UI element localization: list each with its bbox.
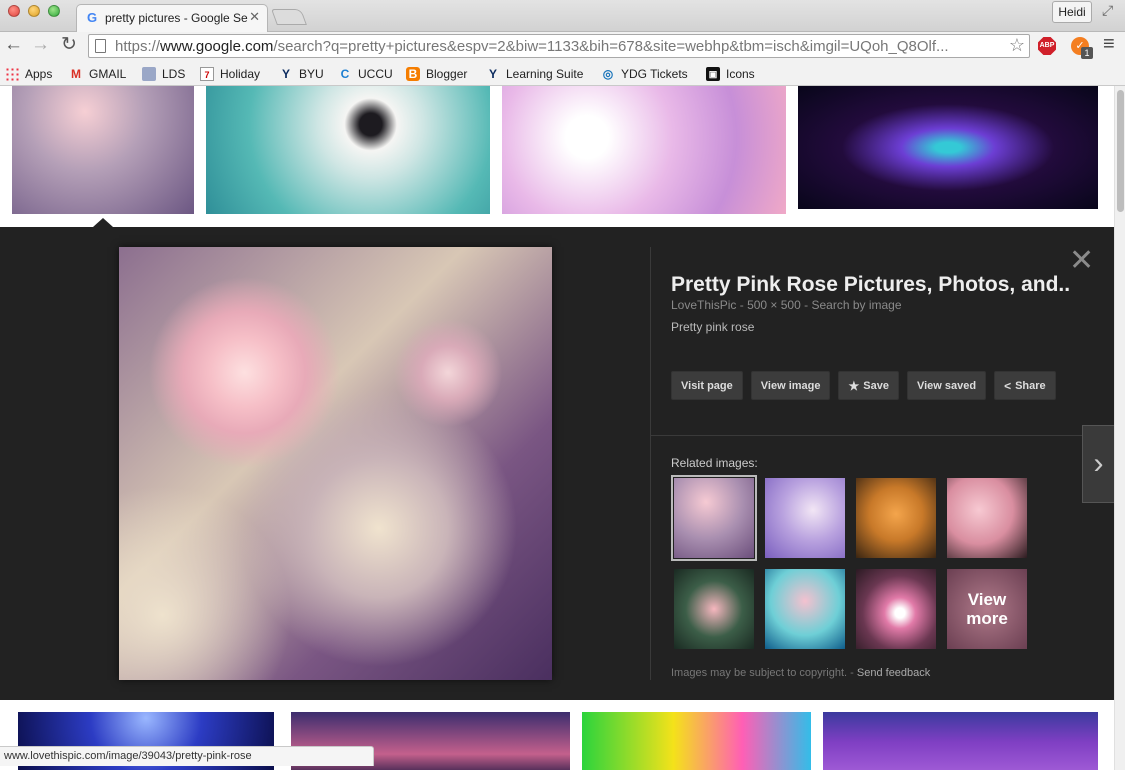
view-image-button[interactable]: View image [750,371,831,400]
related-image-1[interactable] [671,475,757,561]
blogger-icon: B [406,67,420,81]
panel-divider-horizontal [651,435,1104,436]
send-feedback-link[interactable]: Send feedback [857,667,930,679]
new-tab-button[interactable] [271,9,307,25]
result-thumbnail-purple[interactable] [823,712,1098,770]
window-close-button[interactable] [8,5,20,17]
bookmark-gmail[interactable]: M GMAIL [69,65,126,83]
save-button[interactable]: ★ Save [838,371,899,400]
google-favicon-icon: G [87,10,98,25]
calendar-icon: 7 [200,67,214,81]
forward-arrow-icon[interactable]: → [31,34,50,56]
window-minimize-button[interactable] [28,5,40,17]
image-source[interactable]: LoveThisPic [671,298,736,312]
adblock-plus-icon[interactable]: ABP [1038,37,1056,55]
related-image-6[interactable] [765,569,845,649]
status-bar: www.lovethispic.com/image/39043/pretty-p… [0,746,374,766]
browser-tab[interactable]: G pretty pictures - Google Se ✕ [76,4,268,32]
url-host: www.google.com [160,38,274,55]
window-maximize-button[interactable] [48,5,60,17]
next-image-arrow-icon[interactable]: › [1082,425,1114,503]
preview-image[interactable] [119,247,552,680]
browser-titlebar: G pretty pictures - Google Se ✕ Heidi ⤢ [0,0,1125,32]
bookmark-lds[interactable]: LDS [142,65,185,83]
url-path: /search?q=pretty+pictures&espv=2&biw=113… [273,38,949,55]
image-meta: LoveThisPic - 500 × 500 - Search by imag… [671,298,902,312]
related-images-label: Related images: [671,456,758,470]
bookmark-ydg-tickets[interactable]: ◎ YDG Tickets [601,65,688,83]
scrollbar-thumb[interactable] [1117,90,1124,212]
result-thumbnail-rose[interactable] [12,86,194,214]
bookmark-star-icon[interactable]: ☆ [1009,35,1025,56]
panel-divider [650,247,651,680]
related-image-3[interactable] [856,478,936,558]
bookmark-apps[interactable]: Apps [5,65,52,83]
close-icon[interactable]: ✕ [1069,246,1094,276]
bookmark-blogger[interactable]: B Blogger [406,65,467,83]
bookmark-uccu[interactable]: C UCCU [338,65,393,83]
selected-pointer [93,218,113,227]
page-content: ✕ Pretty Pink Rose Pictures, Photos, and… [0,86,1125,770]
back-arrow-icon[interactable]: ← [4,34,23,56]
page-scrollbar[interactable] [1114,86,1125,770]
related-image-5[interactable] [674,569,754,649]
share-button[interactable]: < Share [994,371,1056,400]
view-saved-button[interactable]: View saved [906,371,987,400]
image-title[interactable]: Pretty Pink Rose Pictures, Photos, and..… [671,273,1071,297]
view-more-button[interactable]: View more [947,569,1027,649]
search-by-image-link[interactable]: Search by image [811,298,901,312]
bookmark-holiday[interactable]: 7 Holiday [200,65,260,83]
extension-badge: 1 [1081,47,1093,59]
apps-grid-icon [5,67,19,81]
address-bar[interactable]: https://www.google.com/search?q=pretty+p… [88,34,1030,58]
browser-toolbar: ← → ↻ https://www.google.com/search?q=pr… [0,32,1125,60]
reload-icon[interactable]: ↻ [61,34,77,56]
byu-icon: Y [281,67,290,81]
image-description: Pretty pink rose [671,320,755,334]
copyright-note: Images may be subject to copyright. - Se… [671,667,931,679]
result-thumbnail-butterfly[interactable] [798,86,1098,209]
chrome-menu-icon[interactable]: ≡ [1103,33,1115,56]
icons-icon: ▣ [706,67,720,81]
uccu-icon: C [340,67,350,81]
url-text: https://www.google.com/search?q=pretty+p… [115,38,995,55]
star-icon: ★ [848,378,860,393]
visit-page-button[interactable]: Visit page [671,371,743,400]
related-image-7[interactable] [856,569,936,649]
image-preview-panel: ✕ Pretty Pink Rose Pictures, Photos, and… [0,227,1114,700]
url-scheme: https:// [115,38,161,55]
lds-icon [142,67,156,81]
bookmarks-bar: Apps M GMAIL LDS 7 Holiday Y BYU C UCCU B Blo… [0,60,1125,86]
related-image-2[interactable] [765,478,845,558]
byu-icon: Y [488,67,497,81]
result-thumbnail-pink-flowers[interactable] [502,86,786,214]
tab-close-icon[interactable]: ✕ [249,9,260,25]
related-image-4[interactable] [947,478,1027,558]
image-dimensions: 500 × 500 [747,298,801,312]
result-thumbnail-dandelion[interactable] [206,86,490,214]
gmail-icon: M [71,67,81,81]
action-buttons: Visit page View image ★ Save View saved <… [671,371,1056,400]
result-thumbnail-rainbow[interactable] [582,712,811,770]
profile-button[interactable]: Heidi [1052,1,1092,23]
bookmark-byu[interactable]: Y BYU [279,65,324,83]
bookmark-icons[interactable]: ▣ Icons [706,65,755,83]
share-icon: < [1004,378,1012,393]
fullscreen-icon[interactable]: ⤢ [1102,2,1113,19]
ydg-icon: ◎ [602,67,614,81]
page-icon [95,39,106,53]
bookmark-learning-suite[interactable]: Y Learning Suite [486,65,583,83]
tab-title: pretty pictures - Google Se [105,11,248,25]
